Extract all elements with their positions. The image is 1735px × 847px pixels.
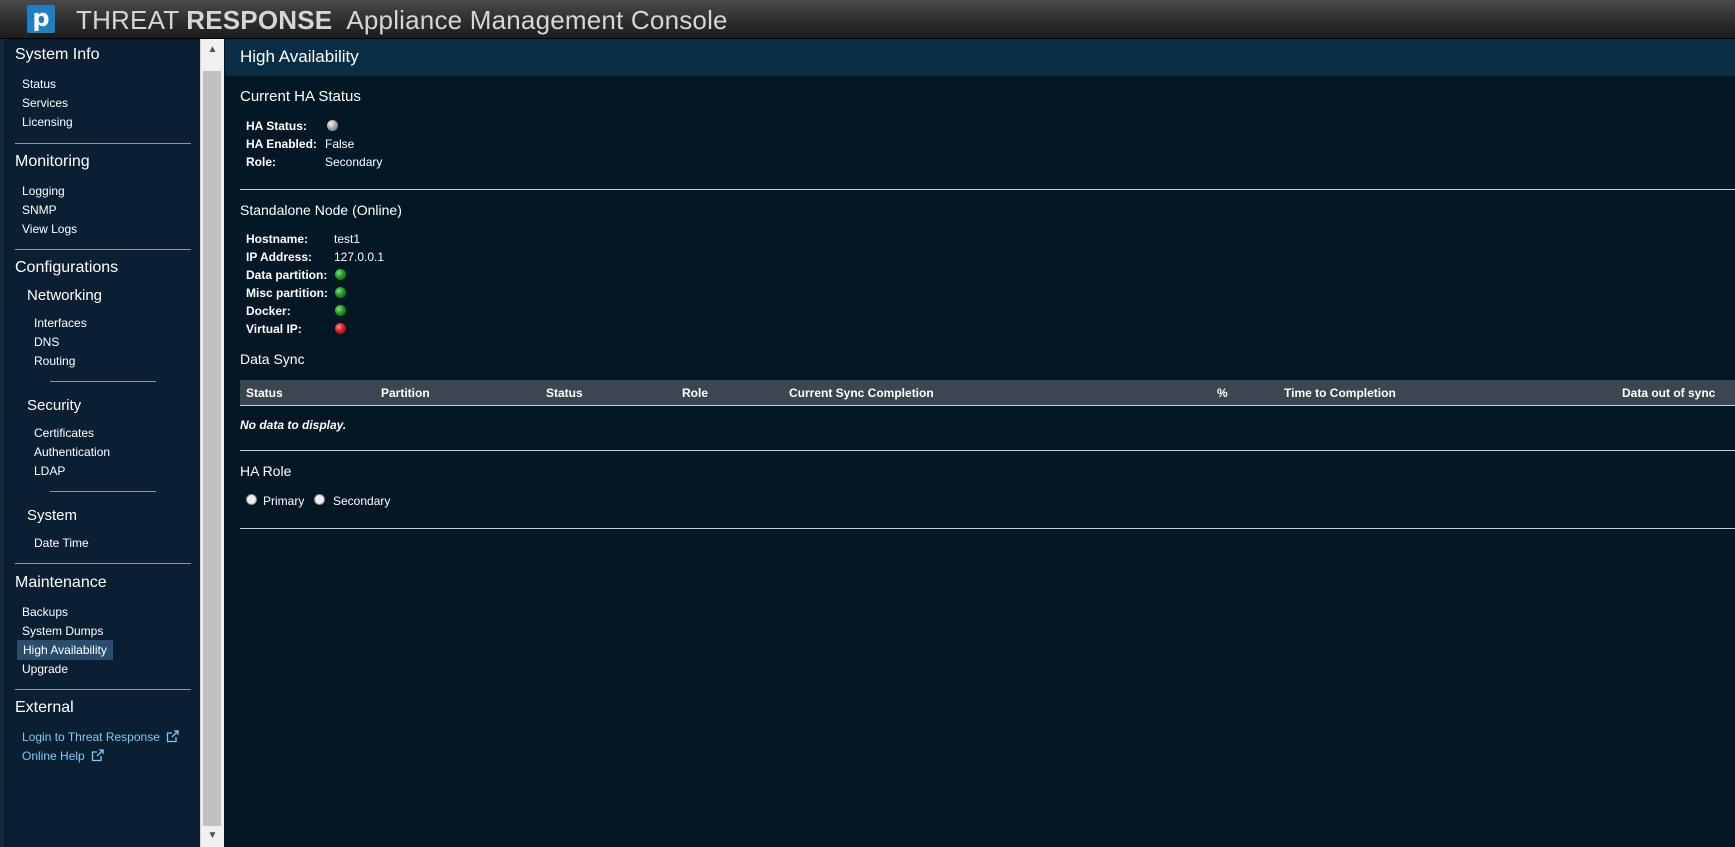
ha-enabled-label: HA Enabled: <box>246 137 317 151</box>
sidebar-item-high-availability[interactable]: High Availability <box>17 640 113 660</box>
radio-label-secondary[interactable]: Secondary <box>333 494 390 508</box>
sidebar-item-routing[interactable]: Routing <box>34 354 75 368</box>
brand-response: RESPONSE <box>186 5 333 35</box>
section-title-ha-role: HA Role <box>240 463 292 479</box>
misc-partition-status-icon <box>335 287 346 298</box>
sidebar: System Info Status Services Licensing Mo… <box>0 39 200 847</box>
column-header-status-2[interactable]: Status <box>546 386 583 400</box>
section-title-node: Standalone Node (Online) <box>240 202 402 218</box>
data-sync-table-header: Status Partition Status Role Current Syn… <box>240 380 1735 406</box>
sidebar-subheading-system: System <box>27 507 78 524</box>
docker-label: Docker: <box>246 304 291 318</box>
sidebar-item-logging[interactable]: Logging <box>22 184 65 198</box>
sidebar-item-backups[interactable]: Backups <box>22 605 68 619</box>
divider <box>50 491 156 492</box>
sidebar-subheading-security: Security <box>27 397 82 414</box>
top-bar: p THREAT RESPONSE Appliance Management Co… <box>0 0 1735 39</box>
radio-secondary[interactable] <box>314 494 325 505</box>
main-content: High Availability Current HA Status HA S… <box>225 39 1735 847</box>
divider <box>15 143 191 144</box>
sidebar-link-login-threat-response[interactable]: Login to Threat Response <box>22 730 179 744</box>
app-brand: THREAT RESPONSE Appliance Management Cons… <box>76 6 728 34</box>
sidebar-heading-maintenance: Maintenance <box>15 574 107 591</box>
sidebar-item-view-logs[interactable]: View Logs <box>22 222 77 236</box>
sidebar-heading-system-info: System Info <box>15 46 100 63</box>
page-title: High Availability <box>240 47 359 66</box>
divider <box>15 249 191 250</box>
sidebar-item-status[interactable]: Status <box>22 77 56 91</box>
scroll-thumb[interactable] <box>203 71 221 826</box>
sidebar-item-snmp[interactable]: SNMP <box>22 203 57 217</box>
hostname-label: Hostname: <box>246 232 309 246</box>
column-header-role[interactable]: Role <box>682 386 708 400</box>
sidebar-item-certificates[interactable]: Certificates <box>34 426 94 440</box>
link-label: Login to Threat Response <box>22 730 160 744</box>
app-title: Appliance Management Console <box>346 5 728 35</box>
sidebar-heading-external: External <box>15 699 74 716</box>
sidebar-heading-configurations: Configurations <box>15 259 119 276</box>
sidebar-item-ldap[interactable]: LDAP <box>34 464 65 478</box>
proofpoint-logo: p <box>27 5 55 33</box>
brand-threat: THREAT <box>76 5 187 35</box>
link-label: Online Help <box>22 749 85 763</box>
sidebar-subheading-networking: Networking <box>27 287 103 304</box>
sidebar-heading-monitoring: Monitoring <box>15 153 90 170</box>
ip-address-value: 127.0.0.1 <box>334 250 385 264</box>
sidebar-item-upgrade[interactable]: Upgrade <box>22 662 68 676</box>
divider <box>50 381 156 382</box>
divider <box>240 189 1735 190</box>
sidebar-item-authentication[interactable]: Authentication <box>34 445 110 459</box>
role-value: Secondary <box>325 155 383 169</box>
section-title-data-sync: Data Sync <box>240 351 305 367</box>
column-header-partition[interactable]: Partition <box>381 386 430 400</box>
column-header-current-sync-completion[interactable]: Current Sync Completion <box>789 386 934 400</box>
divider <box>15 563 191 564</box>
sidebar-item-services[interactable]: Services <box>22 96 68 110</box>
ha-enabled-value: False <box>325 137 355 151</box>
page-header: High Availability <box>225 39 1735 76</box>
column-header-time-to-completion[interactable]: Time to Completion <box>1284 386 1396 400</box>
sidebar-item-licensing[interactable]: Licensing <box>22 115 73 129</box>
column-header-status[interactable]: Status <box>246 386 283 400</box>
sidebar-scrollbar[interactable]: ▲ ▼ <box>200 39 224 847</box>
external-link-icon <box>166 730 179 743</box>
sidebar-item-dns[interactable]: DNS <box>34 335 59 349</box>
ip-address-label: IP Address: <box>246 250 313 264</box>
virtual-ip-status-icon <box>335 323 346 334</box>
sidebar-item-date-time[interactable]: Date Time <box>34 536 89 550</box>
data-partition-status-icon <box>335 269 346 280</box>
docker-status-icon <box>335 305 346 316</box>
radio-primary[interactable] <box>246 494 257 505</box>
ha-status-label: HA Status: <box>246 119 307 133</box>
virtual-ip-label: Virtual IP: <box>246 322 302 336</box>
role-label: Role: <box>246 155 276 169</box>
sidebar-link-online-help[interactable]: Online Help <box>22 749 104 763</box>
sidebar-item-system-dumps[interactable]: System Dumps <box>22 624 103 638</box>
external-link-icon <box>91 749 104 762</box>
divider <box>240 528 1735 529</box>
divider <box>240 450 1735 451</box>
data-partition-label: Data partition: <box>246 268 328 282</box>
misc-partition-label: Misc partition: <box>246 286 329 300</box>
column-header-data-out-of-sync[interactable]: Data out of sync <box>1622 386 1715 400</box>
hostname-value: test1 <box>334 232 361 246</box>
ha-status-indicator-icon <box>327 120 338 131</box>
scroll-down-arrow-icon[interactable]: ▼ <box>201 827 224 845</box>
section-title-current-ha-status: Current HA Status <box>240 88 361 105</box>
radio-label-primary[interactable]: Primary <box>263 494 304 508</box>
divider <box>15 689 191 690</box>
table-empty-message: No data to display. <box>240 418 347 432</box>
sidebar-item-interfaces[interactable]: Interfaces <box>34 316 87 330</box>
scroll-up-arrow-icon[interactable]: ▲ <box>201 41 224 59</box>
column-header-percent[interactable]: % <box>1217 386 1228 400</box>
